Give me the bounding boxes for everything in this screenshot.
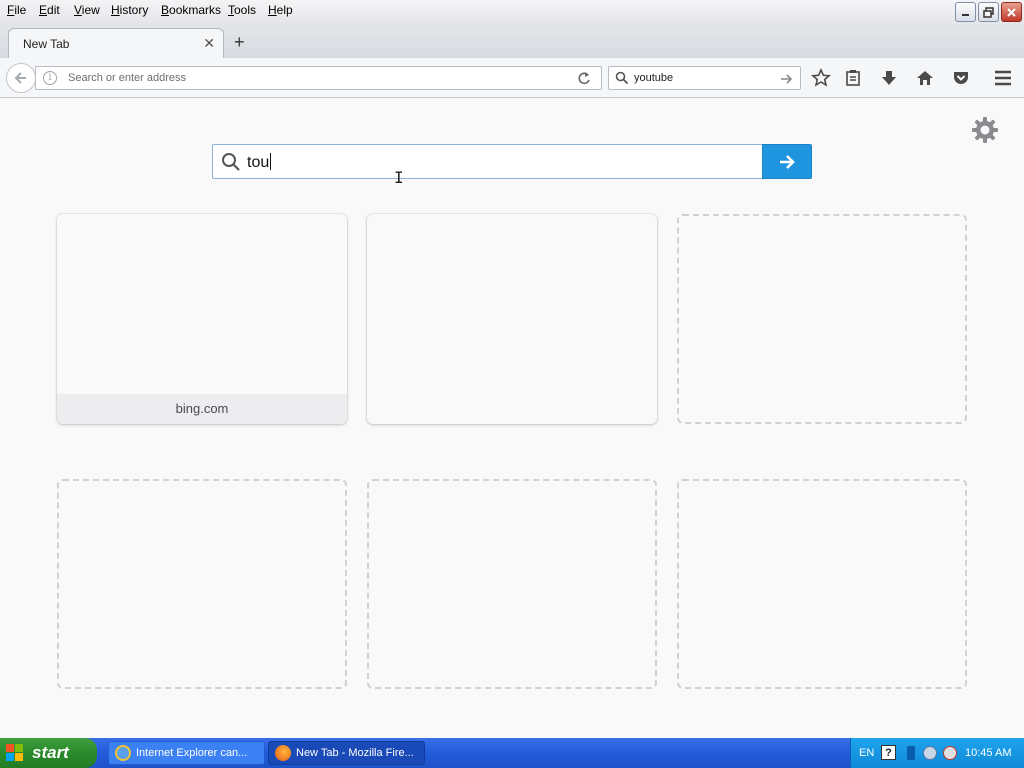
mouse-ibeam-cursor: I bbox=[394, 168, 404, 187]
tab-new-tab[interactable]: New Tab ✕ bbox=[8, 28, 224, 58]
empty-tile-placeholder bbox=[57, 479, 347, 689]
menu-tools[interactable]: Tools bbox=[228, 3, 256, 17]
newtab-search-go-button[interactable] bbox=[762, 144, 812, 179]
menu-file[interactable]: File bbox=[7, 3, 26, 17]
menu-view[interactable]: View bbox=[74, 3, 100, 17]
menu-edit[interactable]: Edit bbox=[39, 3, 60, 17]
address-placeholder: Search or enter address bbox=[68, 72, 187, 84]
home-button[interactable] bbox=[915, 68, 935, 88]
new-tab-button[interactable]: + bbox=[234, 32, 245, 53]
menu-history[interactable]: History bbox=[111, 3, 148, 17]
downloads-button[interactable] bbox=[879, 68, 899, 88]
star-icon bbox=[811, 68, 831, 87]
reload-icon[interactable] bbox=[575, 70, 593, 88]
menu-help[interactable]: Help bbox=[268, 3, 293, 17]
internet-explorer-icon bbox=[115, 745, 131, 761]
newtab-search-value: tou bbox=[247, 154, 270, 171]
taskbar-item-firefox[interactable]: New Tab - Mozilla Fire... bbox=[268, 741, 425, 765]
tab-title: New Tab bbox=[23, 37, 70, 51]
address-bar[interactable]: i Search or enter address bbox=[35, 66, 602, 90]
right-arrow-icon bbox=[780, 154, 795, 169]
gear-icon[interactable] bbox=[969, 114, 1001, 146]
show-hidden-icons-chevron-icon[interactable] bbox=[923, 746, 937, 760]
hamburger-icon bbox=[995, 70, 1011, 86]
close-icon bbox=[1007, 7, 1016, 17]
top-site-tile[interactable]: bing.com bbox=[57, 214, 347, 424]
start-label: start bbox=[32, 743, 69, 762]
tile-label: bing.com bbox=[57, 394, 347, 424]
taskbar-item-label: Internet Explorer can... bbox=[136, 747, 248, 759]
speaker-icon[interactable] bbox=[907, 746, 915, 760]
empty-tile-placeholder bbox=[677, 214, 967, 424]
clipboard-icon bbox=[846, 70, 860, 86]
pocket-button[interactable] bbox=[951, 68, 971, 88]
tab-strip: New Tab ✕ + bbox=[0, 22, 1024, 58]
start-button[interactable]: start bbox=[0, 738, 97, 768]
minimize-icon bbox=[961, 14, 969, 16]
taskbar: start Internet Explorer can... New Tab -… bbox=[0, 738, 1024, 768]
back-arrow-icon bbox=[14, 72, 26, 84]
bookmarks-menu-button[interactable] bbox=[843, 68, 863, 88]
menu-bookmarks[interactable]: Bookmarks bbox=[161, 3, 221, 17]
search-icon bbox=[222, 153, 240, 171]
site-info-icon[interactable]: i bbox=[43, 71, 57, 85]
taskbar-item-label: New Tab - Mozilla Fire... bbox=[296, 747, 414, 759]
language-indicator[interactable]: EN bbox=[859, 747, 874, 759]
network-status-icon[interactable] bbox=[943, 746, 957, 760]
back-button[interactable] bbox=[6, 63, 36, 93]
pocket-icon bbox=[954, 72, 968, 84]
restore-button[interactable] bbox=[978, 2, 999, 22]
newtab-search: tou bbox=[212, 144, 812, 179]
search-bar-value: youtube bbox=[634, 72, 674, 84]
restore-icon bbox=[983, 6, 994, 18]
firefox-icon bbox=[275, 745, 291, 761]
home-icon bbox=[917, 71, 933, 85]
search-icon bbox=[615, 71, 629, 85]
taskbar-item-ie[interactable]: Internet Explorer can... bbox=[108, 741, 265, 765]
clock: 10:45 AM bbox=[965, 747, 1012, 759]
main-menu-button[interactable] bbox=[993, 68, 1013, 88]
top-site-tile-blank[interactable] bbox=[367, 214, 657, 424]
text-caret bbox=[270, 153, 272, 170]
nav-bar: i Search or enter address youtube bbox=[0, 58, 1024, 98]
menu-bar: File Edit View History Bookmarks Tools H… bbox=[0, 0, 1024, 22]
tab-close-icon[interactable]: ✕ bbox=[203, 35, 215, 52]
minimize-button[interactable] bbox=[955, 2, 976, 22]
help-icon[interactable]: ? bbox=[881, 745, 896, 760]
download-arrow-icon bbox=[882, 71, 896, 85]
close-window-button[interactable] bbox=[1001, 2, 1022, 22]
search-bar[interactable]: youtube bbox=[608, 66, 801, 90]
empty-tile-placeholder bbox=[677, 479, 967, 689]
empty-tile-placeholder bbox=[367, 479, 657, 689]
system-tray: EN ? 10:45 AM bbox=[850, 738, 1024, 768]
windows-flag-icon bbox=[6, 744, 24, 762]
newtab-search-input[interactable]: tou bbox=[212, 144, 763, 179]
search-go-arrow-icon[interactable] bbox=[780, 72, 794, 86]
bookmark-star-button[interactable] bbox=[811, 68, 831, 88]
